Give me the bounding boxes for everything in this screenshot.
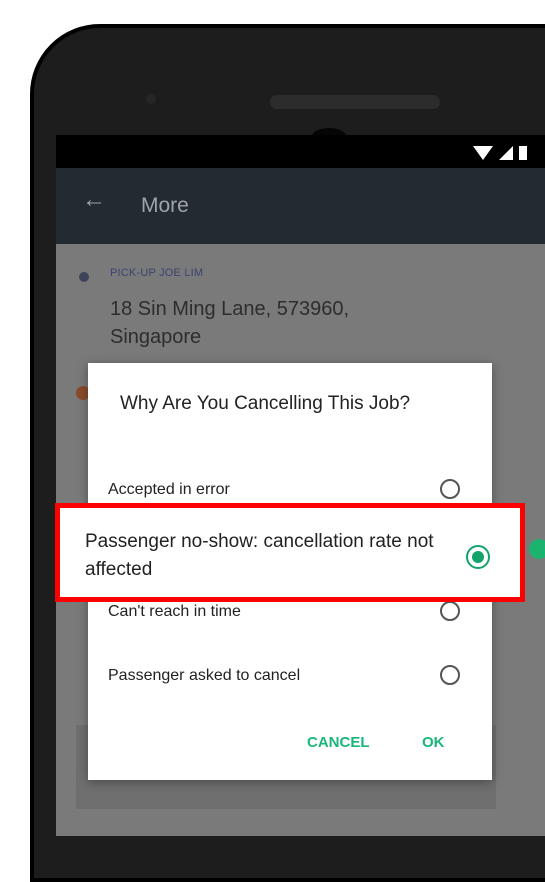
front-camera-dot <box>146 94 156 104</box>
app-bar: ← More <box>56 168 545 244</box>
signal-icon <box>499 146 513 160</box>
phone-screen: ← More PICK-UP JOE LIM 18 Sin Ming Lane,… <box>56 135 545 836</box>
pickup-address: 18 Sin Ming Lane, 573960, Singapore <box>110 298 350 348</box>
wifi-icon <box>473 146 493 160</box>
option-label: Accepted in error <box>108 481 230 498</box>
radio-unselected-icon[interactable] <box>440 601 460 621</box>
earpiece-speaker <box>270 95 440 109</box>
dialog-title: Why Are You Cancelling This Job? <box>120 393 411 414</box>
ok-button[interactable]: OK <box>422 734 445 751</box>
pickup-label: PICK-UP JOE LIM <box>110 267 204 279</box>
pickup-dot-icon <box>79 272 89 282</box>
battery-icon <box>519 146 527 160</box>
status-bar <box>56 135 545 168</box>
cancel-button[interactable]: CANCEL <box>307 734 370 751</box>
dialog-actions: CANCEL OK <box>88 710 492 780</box>
option-passenger-no-show[interactable]: Passenger no-show: cancellation rate not… <box>55 503 525 602</box>
page-title: More <box>141 194 189 217</box>
option-passenger-asked-to-cancel[interactable]: Passenger asked to cancel <box>88 657 492 697</box>
option-label: Passenger no-show: cancellation rate not… <box>85 531 434 580</box>
back-arrow-icon[interactable]: ← <box>82 188 106 212</box>
edge-selected-indicator <box>529 539 545 559</box>
option-label: Can't reach in time <box>108 603 241 620</box>
radio-unselected-icon[interactable] <box>440 479 460 499</box>
status-icons <box>473 144 527 160</box>
option-label: Passenger asked to cancel <box>108 667 301 684</box>
radio-selected-icon[interactable] <box>466 545 490 569</box>
radio-unselected-icon[interactable] <box>440 665 460 685</box>
